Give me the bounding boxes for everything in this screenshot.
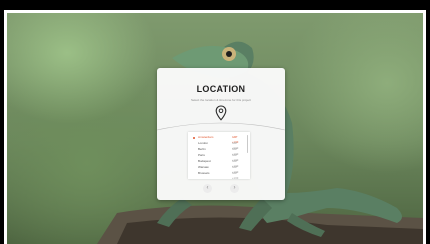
selected-dot-icon (193, 136, 195, 139)
list-item[interactable]: Paris GMT +1:00 (192, 153, 244, 162)
screen-frame: LOCATION Select the location & timezone … (4, 10, 426, 244)
list-item[interactable]: Berlin GMT +1:00 (192, 147, 244, 156)
list-item[interactable]: London GMT +0:00 (192, 141, 244, 150)
location-modal: LOCATION Select the location & timezone … (157, 68, 285, 200)
list-item[interactable]: Brussels GMT +1:00 (192, 171, 244, 180)
chevron-left-icon: ‹ (206, 185, 209, 191)
list-item[interactable]: Budapest GMT +1:00 (192, 159, 244, 168)
list-item[interactable]: Amsterdam GMT +1:00 (192, 135, 244, 144)
prev-button[interactable]: ‹ (203, 184, 212, 193)
list-item[interactable]: Warsaw GMT +1:00 (192, 165, 244, 174)
location-list[interactable]: Amsterdam GMT +1:00 London GMT +0:00 Ber… (188, 132, 250, 180)
next-button[interactable]: › (230, 184, 239, 193)
modal-subtitle: Select the location & timezone for this … (190, 98, 252, 102)
modal-title: LOCATION (196, 84, 246, 94)
chevron-right-icon: › (233, 185, 236, 191)
list-scrollbar[interactable] (246, 135, 248, 153)
